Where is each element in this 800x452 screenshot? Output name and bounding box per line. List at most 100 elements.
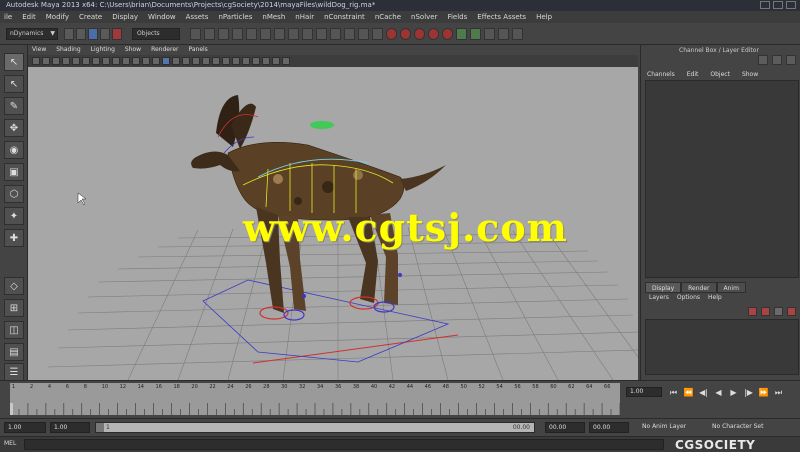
menu-effects-assets[interactable]: Effects Assets	[477, 11, 526, 23]
panel-menu-panels[interactable]: Panels	[188, 45, 207, 55]
step-forward-frame-button[interactable]: |▶	[743, 387, 754, 398]
pick-joint-icon[interactable]	[204, 28, 215, 40]
channel-box-mode-icon[interactable]	[758, 55, 768, 65]
menu-help[interactable]: Help	[536, 11, 552, 23]
input-line-icon[interactable]	[456, 28, 467, 40]
menu-nhair[interactable]: nHair	[295, 11, 314, 23]
range-slider-bar[interactable]: 1 00.00	[95, 422, 535, 433]
pick-surface-icon[interactable]	[232, 28, 243, 40]
shadows-icon[interactable]	[202, 57, 210, 65]
tool-settings-toggle-icon[interactable]	[786, 55, 796, 65]
hypershade-icon[interactable]	[428, 28, 439, 40]
show-manipulator-icon[interactable]: ✚	[4, 229, 24, 247]
select-object-icon[interactable]	[112, 28, 122, 40]
range-slider-handle[interactable]	[96, 423, 104, 432]
snap-grid-icon[interactable]	[302, 28, 313, 40]
new-scene-icon[interactable]	[64, 28, 74, 40]
history-icon[interactable]	[372, 28, 383, 40]
snap-curve-icon[interactable]	[316, 28, 327, 40]
play-forwards-button[interactable]: ▶	[728, 387, 739, 398]
anti-aliasing-icon[interactable]	[272, 57, 280, 65]
high-quality-icon[interactable]	[242, 57, 250, 65]
snap-point-icon[interactable]	[330, 28, 341, 40]
film-gate-icon[interactable]	[92, 57, 100, 65]
outliner-layout-icon[interactable]: ☰	[4, 363, 24, 381]
selection-mask-field[interactable]: Objects	[132, 28, 180, 40]
toggle-attribute-editor-icon[interactable]	[470, 28, 481, 40]
ambient-occlusion-icon[interactable]	[252, 57, 260, 65]
toggle-channel-box-icon[interactable]	[498, 28, 509, 40]
snap-plane-icon[interactable]	[344, 28, 355, 40]
two-d-pan-zoom-icon[interactable]	[72, 57, 80, 65]
channel-box-menu-show[interactable]: Show	[742, 71, 758, 78]
wireframe-icon[interactable]	[152, 57, 160, 65]
textured-icon[interactable]	[182, 57, 190, 65]
panel-menu-shading[interactable]: Shading	[56, 45, 80, 55]
paint-select-tool-icon[interactable]: ✎	[4, 97, 24, 115]
xray-icon[interactable]	[212, 57, 220, 65]
menu-file[interactable]: ile	[4, 11, 12, 23]
persp-graph-layout-icon[interactable]: ▤	[4, 343, 24, 361]
move-layer-down-icon[interactable]	[761, 307, 770, 316]
camera-attributes-icon[interactable]	[42, 57, 50, 65]
image-plane-icon[interactable]	[62, 57, 70, 65]
smooth-shade-icon[interactable]	[162, 57, 170, 65]
anim-start-field[interactable]: 1.00	[4, 422, 46, 433]
wireframe-on-shaded-icon[interactable]	[172, 57, 180, 65]
motion-blur-icon[interactable]	[262, 57, 270, 65]
layer-menu-layers[interactable]: Layers	[649, 294, 669, 301]
pole-vector-control[interactable]	[302, 294, 306, 298]
menu-nconstraint[interactable]: nConstraint	[324, 11, 365, 23]
step-back-key-button[interactable]: ⏪	[683, 387, 694, 398]
current-time-marker[interactable]	[10, 403, 13, 415]
minimize-button[interactable]	[760, 1, 770, 9]
panel-menu-renderer[interactable]: Renderer	[151, 45, 178, 55]
new-layer-icon[interactable]	[774, 307, 783, 316]
render-current-icon[interactable]	[386, 28, 397, 40]
channel-box-content[interactable]	[645, 80, 799, 278]
universal-manipulator-icon[interactable]: ⬡	[4, 185, 24, 203]
time-slider-track[interactable]: 1 2 4 6 8 10 12 14 16 18 20 22 24 26 28 30 32 34 36 38 40 42 4…	[10, 383, 620, 415]
anim-end-field[interactable]: 00.00	[589, 422, 629, 433]
select-hierarchy-icon[interactable]	[100, 28, 110, 40]
open-scene-icon[interactable]	[76, 28, 86, 40]
soft-mod-tool-icon[interactable]: ✦	[4, 207, 24, 225]
pole-vector-control[interactable]	[398, 273, 402, 277]
current-frame-field[interactable]: 1.00	[626, 387, 662, 397]
step-forward-key-button[interactable]: ⏩	[758, 387, 769, 398]
layer-list[interactable]	[645, 319, 799, 375]
panel-menu-view[interactable]: View	[32, 45, 46, 55]
move-tool-icon[interactable]: ✥	[4, 119, 24, 137]
single-view-layout-icon[interactable]: ◇	[4, 277, 24, 295]
menu-create[interactable]: Create	[79, 11, 102, 23]
anim-layer-selector[interactable]: No Anim Layer	[642, 423, 686, 430]
four-view-layout-icon[interactable]: ⊞	[4, 299, 24, 317]
perspective-viewport[interactable]: www.cgtsj.com	[28, 67, 638, 380]
layer-menu-help[interactable]: Help	[708, 294, 722, 301]
pick-render-icon[interactable]	[274, 28, 285, 40]
resolution-gate-icon[interactable]	[102, 57, 110, 65]
go-to-end-button[interactable]: ⏭	[773, 387, 784, 398]
menu-nsolver[interactable]: nSolver	[411, 11, 437, 23]
character-set-selector[interactable]: No Character Set	[712, 423, 763, 430]
close-button[interactable]	[786, 1, 796, 9]
render-settings-icon[interactable]	[414, 28, 425, 40]
menu-edit[interactable]: Edit	[22, 11, 36, 23]
command-language-label[interactable]: MEL	[4, 440, 16, 447]
channel-box-menu-channels[interactable]: Channels	[647, 71, 675, 78]
pick-dynamic-icon[interactable]	[260, 28, 271, 40]
menu-display[interactable]: Display	[112, 11, 138, 23]
toggle-tool-settings-icon[interactable]	[484, 28, 495, 40]
save-scene-icon[interactable]	[88, 28, 98, 40]
ipr-render-icon[interactable]	[400, 28, 411, 40]
play-backwards-button[interactable]: ◀	[713, 387, 724, 398]
menu-nparticles[interactable]: nParticles	[218, 11, 252, 23]
head-look-control[interactable]	[310, 121, 334, 129]
pick-handle-icon[interactable]	[190, 28, 201, 40]
menu-assets[interactable]: Assets	[186, 11, 209, 23]
render-view-icon[interactable]	[442, 28, 453, 40]
side-by-side-layout-icon[interactable]: ◫	[4, 321, 24, 339]
isolate-select-icon[interactable]	[232, 57, 240, 65]
pick-deform-icon[interactable]	[246, 28, 257, 40]
grid-icon[interactable]	[82, 57, 90, 65]
